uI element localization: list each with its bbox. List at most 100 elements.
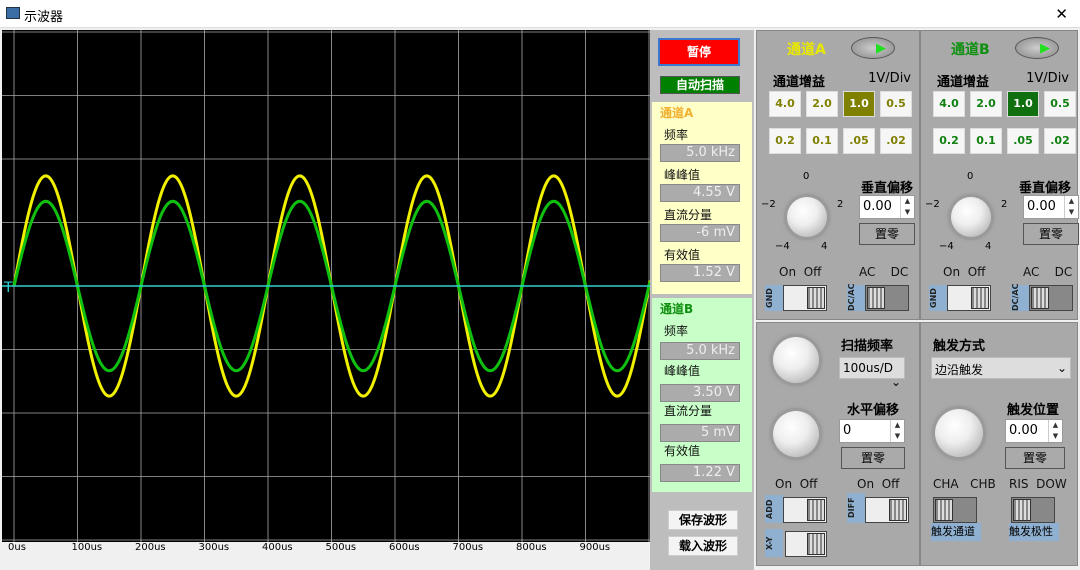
gain-button[interactable]: .05 bbox=[1007, 128, 1039, 154]
vertical-offset-knob[interactable] bbox=[951, 197, 991, 237]
freq-value: 5.0 kHz bbox=[660, 342, 740, 360]
zero-button[interactable]: 置零 bbox=[1023, 223, 1079, 245]
pause-button[interactable]: 暂停 bbox=[658, 38, 740, 66]
trigger-polarity-toggle[interactable] bbox=[1011, 497, 1055, 523]
dial-label: −4 bbox=[939, 241, 954, 252]
trigger-channel-toggle[interactable] bbox=[933, 497, 977, 523]
play-icon: ▶ bbox=[1040, 41, 1050, 56]
gain-label: 通道增益 bbox=[773, 75, 826, 90]
horizontal-offset-input[interactable]: 0 ▲ ▼ bbox=[839, 419, 905, 443]
acdc-toggle[interactable] bbox=[1029, 285, 1073, 311]
dcac-tag: DC/AC bbox=[847, 284, 865, 311]
gain-button[interactable]: 4.0 bbox=[769, 91, 801, 117]
channel-a-panel: 通道A ▶ 通道增益 1V/Div 4.0 2.0 1.0 0.5 0.2 0.1.05.0… bbox=[756, 30, 920, 320]
gain-button[interactable]: 0.2 bbox=[769, 128, 801, 154]
gnd-toggle[interactable] bbox=[783, 285, 827, 311]
acdc-toggle[interactable] bbox=[865, 285, 909, 311]
dial-label: −4 bbox=[775, 241, 790, 252]
x-tick-label: 700us bbox=[452, 542, 484, 553]
channel-b-measurements: 通道B 频率 5.0 kHz 峰峰值 3.50 V 直流分量 5 mV 有效值 … bbox=[652, 298, 752, 492]
gain-button[interactable]: .05 bbox=[843, 128, 875, 154]
scan-rate-select[interactable]: 100us/D ⌄ bbox=[839, 357, 905, 389]
dial-label: 2 bbox=[837, 199, 844, 210]
dial-label: 2 bbox=[1001, 199, 1008, 210]
add-toggle[interactable] bbox=[783, 497, 827, 523]
x-tick-label: 0us bbox=[8, 542, 26, 553]
channel-enable-button[interactable]: ▶ bbox=[851, 37, 895, 59]
vpp-value: 3.50 V bbox=[660, 384, 740, 402]
x-tick-label: 100us bbox=[71, 542, 103, 553]
spin-arrows-icon[interactable]: ▲ ▼ bbox=[890, 420, 904, 442]
gain-label: 通道增益 bbox=[937, 75, 990, 90]
channel-a-measurements: 通道A 频率 5.0 kHz 峰峰值 4.55 V 直流分量 -6 mV 有效值… bbox=[652, 102, 752, 294]
dc-label: 直流分量 bbox=[664, 208, 713, 222]
gain-button[interactable]: 0.1 bbox=[806, 128, 838, 154]
channel-title: 通道A bbox=[787, 42, 826, 58]
gain-button[interactable]: 0.2 bbox=[933, 128, 965, 154]
scan-rate-knob[interactable] bbox=[773, 337, 819, 383]
dial-label: 4 bbox=[985, 241, 992, 252]
play-icon: ▶ bbox=[876, 41, 886, 56]
x-tick-label: 600us bbox=[389, 542, 420, 553]
spin-arrows-icon[interactable]: ▲ ▼ bbox=[900, 196, 914, 218]
vertical-offset-label: 垂直偏移 bbox=[860, 181, 913, 196]
trigger-polarity-options: RIS DOW bbox=[1009, 477, 1067, 491]
gain-button[interactable]: 1.0 bbox=[843, 91, 875, 117]
gain-button[interactable]: 0.1 bbox=[970, 128, 1002, 154]
gain-button[interactable]: 0.5 bbox=[880, 91, 912, 117]
diff-tag: DIFF bbox=[847, 493, 865, 523]
x-tick-label: 200us bbox=[135, 542, 166, 553]
horizontal-offset-knob[interactable] bbox=[773, 411, 819, 457]
spin-arrows-icon[interactable]: ▲ ▼ bbox=[1048, 420, 1062, 442]
vertical-offset-knob[interactable] bbox=[787, 197, 827, 237]
volts-per-div: 1V/Div bbox=[1026, 71, 1069, 86]
x-tick-label: 800us bbox=[516, 542, 547, 553]
channel-b-title: 通道B bbox=[660, 302, 694, 316]
gain-button[interactable]: .02 bbox=[1044, 128, 1076, 154]
vpp-label: 峰峰值 bbox=[664, 364, 701, 378]
load-waveform-button[interactable]: 载入波形 bbox=[668, 536, 738, 556]
gain-button[interactable]: 2.0 bbox=[970, 91, 1002, 117]
diff-toggle[interactable] bbox=[865, 497, 909, 523]
freq-value: 5.0 kHz bbox=[660, 144, 740, 162]
vertical-offset-input[interactable]: 0.00 ▲ ▼ bbox=[859, 195, 915, 219]
x-tick-label: 500us bbox=[325, 542, 357, 553]
diff-on-off: On Off bbox=[857, 477, 900, 491]
dial-label: 4 bbox=[821, 241, 828, 252]
trigger-position-input[interactable]: 0.00 ▲ ▼ bbox=[1005, 419, 1063, 443]
trigger-position-label: 触发位置 bbox=[1007, 403, 1060, 418]
rms-value: 1.22 V bbox=[660, 464, 740, 482]
xy-toggle[interactable] bbox=[785, 531, 827, 557]
trigger-mode-select[interactable]: 边沿触发 ⌄ bbox=[931, 357, 1071, 379]
timebase-panel: 扫描频率 100us/D ⌄ 水平偏移 0 ▲ ▼ 置零 On Off On Off … bbox=[756, 322, 920, 566]
gain-button[interactable]: 1.0 bbox=[1007, 91, 1039, 117]
channel-title: 通道B bbox=[951, 42, 990, 58]
window-title: 示波器 bbox=[24, 10, 64, 25]
gain-button[interactable]: 0.5 bbox=[1044, 91, 1076, 117]
freq-label: 频率 bbox=[664, 128, 689, 142]
monitor-icon bbox=[6, 7, 20, 19]
zero-button[interactable]: 置零 bbox=[859, 223, 915, 245]
close-icon[interactable]: ✕ bbox=[1055, 5, 1068, 23]
chevron-down-icon: ⌄ bbox=[890, 375, 901, 389]
gain-button[interactable]: .02 bbox=[880, 128, 912, 154]
horizontal-zero-button[interactable]: 置零 bbox=[841, 447, 905, 469]
title-bar: 示波器 ✕ bbox=[0, 0, 1080, 28]
save-waveform-button[interactable]: 保存波形 bbox=[668, 510, 738, 530]
gain-button[interactable]: 2.0 bbox=[806, 91, 838, 117]
x-tick-label: 300us bbox=[198, 542, 230, 553]
trigger-panel: 触发方式 边沿触发 ⌄ 触发位置 0.00 ▲ ▼ 置零 CHA CHB RIS DO… bbox=[920, 322, 1078, 566]
vertical-offset-input[interactable]: 0.00 ▲ ▼ bbox=[1023, 195, 1079, 219]
spin-arrows-icon[interactable]: ▲ ▼ bbox=[1064, 196, 1078, 218]
trigger-position-knob[interactable] bbox=[935, 409, 983, 457]
vertical-offset-label: 垂直偏移 bbox=[1018, 181, 1071, 196]
gnd-toggle[interactable] bbox=[947, 285, 991, 311]
add-tag: ADD bbox=[765, 495, 783, 523]
gain-button[interactable]: 4.0 bbox=[933, 91, 965, 117]
trigger-zero-button[interactable]: 置零 bbox=[1005, 447, 1065, 469]
channel-enable-button[interactable]: ▶ bbox=[1015, 37, 1059, 59]
trigger-marker: T bbox=[3, 280, 13, 296]
oscilloscope-screen[interactable]: T bbox=[2, 30, 650, 542]
dial-label: −2 bbox=[761, 199, 776, 210]
auto-scan-button[interactable]: 自动扫描 bbox=[660, 76, 740, 94]
